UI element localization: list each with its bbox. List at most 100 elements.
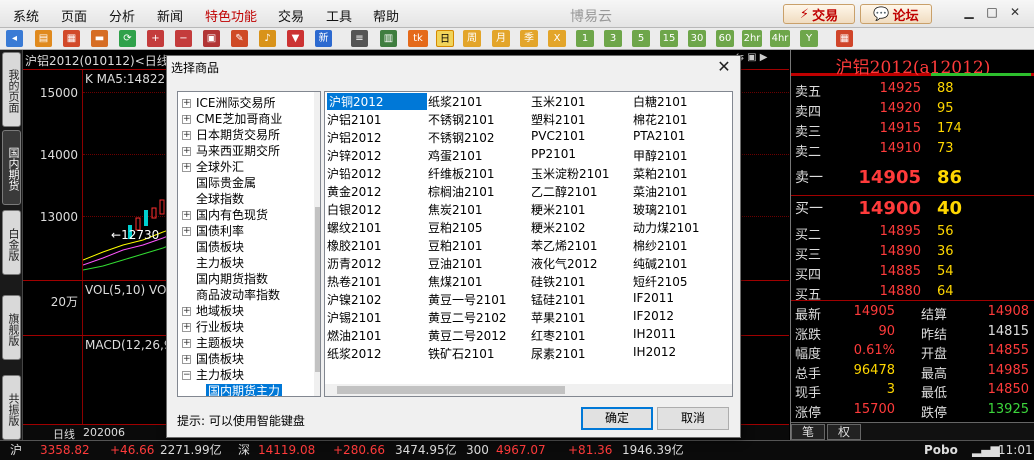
product-item[interactable]: 纤维板2101 <box>428 165 495 182</box>
product-item[interactable]: 沪镍2102 <box>327 291 382 308</box>
product-item[interactable]: 苯乙烯2101 <box>531 237 598 254</box>
forum-button[interactable]: 💬 论坛 <box>860 4 932 24</box>
tree-node[interactable]: +商品波动率指数 <box>182 286 280 302</box>
tree-node[interactable]: +国债板块 <box>182 238 244 254</box>
product-item[interactable]: IH2012 <box>633 345 676 362</box>
category-tree[interactable]: +ICE洲际交易所+CME芝加哥商业+日本期货交易所+马来西亚期交所+全球外汇+… <box>177 91 321 397</box>
tree-node[interactable]: +主力板块 <box>182 254 244 270</box>
expand-icon[interactable]: + <box>182 339 191 348</box>
product-item[interactable]: PTA2101 <box>633 129 685 146</box>
zoom-out-icon[interactable]: − <box>175 30 192 47</box>
list-scroll-thumb[interactable] <box>337 386 565 394</box>
grid-icon[interactable]: ▥ <box>380 30 397 47</box>
period-x[interactable]: X <box>548 30 566 47</box>
tab-platinum[interactable]: 白金版 <box>2 210 21 275</box>
period-15m[interactable]: 15 <box>660 30 678 47</box>
product-item[interactable]: 焦炭2101 <box>428 201 483 218</box>
tree-node[interactable]: + 国内有色现货 <box>182 206 268 222</box>
ok-button[interactable]: 确定 <box>581 407 653 430</box>
zoom-in-icon[interactable]: + <box>147 30 164 47</box>
product-item[interactable]: 棉纱2101 <box>633 237 688 254</box>
close-icon[interactable]: ✕ <box>1008 5 1022 21</box>
quote-icon[interactable]: ▤ <box>35 30 52 47</box>
list-scrollbar[interactable] <box>325 384 732 396</box>
menu-news[interactable]: 新闻 <box>157 6 183 25</box>
tree-scrollbar[interactable] <box>314 92 320 396</box>
tree-node[interactable]: − 主力板块 <box>182 366 244 382</box>
tree-node[interactable]: + CME芝加哥商业 <box>182 110 282 126</box>
period-5m[interactable]: 5 <box>632 30 650 47</box>
expand-icon[interactable]: + <box>182 131 191 140</box>
expand-icon[interactable]: + <box>182 115 191 124</box>
product-item[interactable]: PP2101 <box>531 147 576 164</box>
bell-icon[interactable]: ♪ <box>259 30 276 47</box>
period-60m[interactable]: 60 <box>716 30 734 47</box>
new-icon[interactable]: 新 <box>315 30 332 47</box>
menu-tools[interactable]: 工具 <box>326 6 352 25</box>
product-item[interactable]: 尿素2101 <box>531 345 586 362</box>
tree-node[interactable]: +国际贵金属 <box>182 174 256 190</box>
product-item[interactable]: 不锈钢2102 <box>428 129 495 146</box>
expand-icon[interactable]: + <box>182 147 191 156</box>
product-item[interactable]: 粳米2102 <box>531 219 586 236</box>
expand-icon[interactable]: + <box>182 323 191 332</box>
product-item[interactable]: 纸浆2101 <box>428 93 483 110</box>
filter-icon[interactable]: ▼ <box>287 30 304 47</box>
tree-scroll-thumb[interactable] <box>315 207 320 372</box>
product-item[interactable]: 锰硅2101 <box>531 291 586 308</box>
product-item[interactable]: 黄金2012 <box>327 183 382 200</box>
draw-icon[interactable]: ✎ <box>231 30 248 47</box>
tree-node[interactable]: + 全球外汇 <box>182 158 244 174</box>
trade-button[interactable]: ⚡ 交易 <box>783 4 855 24</box>
product-item[interactable]: 豆粕2105 <box>428 219 483 236</box>
tab-ticks[interactable]: 笔 <box>791 424 825 440</box>
tab-my-pages[interactable]: 我的页面 <box>2 52 21 127</box>
product-item[interactable]: 棕榈油2101 <box>428 183 495 200</box>
tab-flagship[interactable]: 旗舰版 <box>2 295 21 360</box>
product-item[interactable]: 沪铅2012 <box>327 165 382 182</box>
expand-icon[interactable]: + <box>182 355 191 364</box>
list-icon[interactable]: ▬ <box>91 30 108 47</box>
product-item[interactable]: PVC2101 <box>531 129 585 146</box>
product-item[interactable]: 甲醇2101 <box>633 147 688 164</box>
product-item[interactable]: 豆粕2101 <box>428 237 483 254</box>
product-item[interactable]: 螺纹2101 <box>327 219 382 236</box>
expand-icon[interactable]: + <box>182 99 191 108</box>
product-item[interactable]: 苹果2101 <box>531 309 586 326</box>
menu-help[interactable]: 帮助 <box>373 6 399 25</box>
tree-node[interactable]: + 日本期货交易所 <box>182 126 280 142</box>
period-week[interactable]: 周 <box>463 30 481 47</box>
period-1m[interactable]: 1 <box>576 30 594 47</box>
expand-icon[interactable]: + <box>182 307 191 316</box>
product-item[interactable]: 燃油2101 <box>327 327 382 344</box>
period-2hr[interactable]: 2hr <box>742 30 762 47</box>
product-item[interactable]: 沪铝2101 <box>327 111 382 128</box>
tree-node[interactable]: + 国债利率 <box>182 222 244 238</box>
product-item[interactable]: 豆油2101 <box>428 255 483 272</box>
product-item[interactable]: 玻璃2101 <box>633 201 688 218</box>
news-icon[interactable]: ▦ <box>63 30 80 47</box>
refresh-icon[interactable]: ⟳ <box>119 30 136 47</box>
tick-icon[interactable]: tk <box>408 30 428 47</box>
tab-rights[interactable]: 权 <box>827 424 861 440</box>
product-item[interactable]: 纸浆2012 <box>327 345 382 362</box>
product-item[interactable]: 沪锌2012 <box>327 147 382 164</box>
product-item[interactable]: 硅铁2101 <box>531 273 586 290</box>
tab-resonance[interactable]: 共振版 <box>2 375 21 440</box>
product-item[interactable]: 白银2012 <box>327 201 382 218</box>
period-year[interactable]: Y <box>800 30 818 47</box>
expand-icon[interactable]: + <box>182 163 191 172</box>
product-item[interactable]: 铁矿石2101 <box>428 345 495 362</box>
product-item[interactable]: 乙二醇2101 <box>531 183 598 200</box>
product-item[interactable]: 棉花2101 <box>633 111 688 128</box>
product-item[interactable]: 菜粕2101 <box>633 165 688 182</box>
menu-system[interactable]: 系统 <box>13 6 39 25</box>
product-item[interactable]: IH2011 <box>633 327 676 344</box>
menu-trade[interactable]: 交易 <box>278 6 304 25</box>
collapse-icon[interactable]: − <box>182 371 191 380</box>
product-item[interactable]: 白糖2101 <box>633 93 688 110</box>
period-quarter[interactable]: 季 <box>520 30 538 47</box>
product-item[interactable]: 短纤2105 <box>633 273 688 290</box>
product-item[interactable]: 粳米2101 <box>531 201 586 218</box>
product-item[interactable]: 黄豆二号2102 <box>428 309 507 326</box>
